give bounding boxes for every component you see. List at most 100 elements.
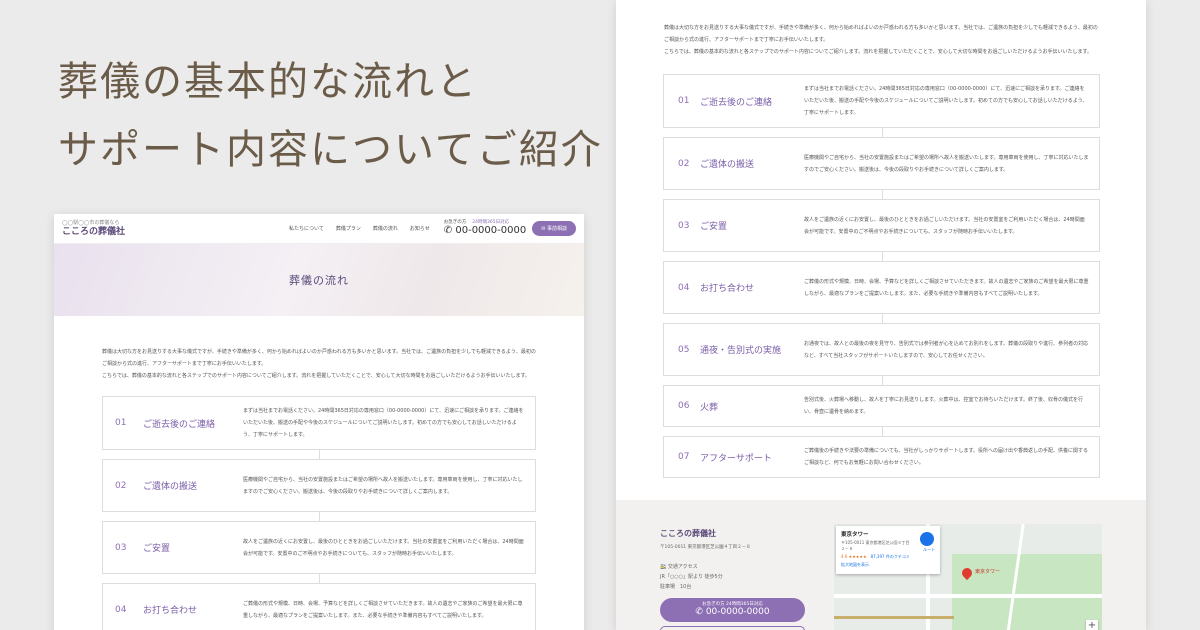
phone-number: ✆ 00-0000-0000 xyxy=(443,225,527,237)
directions-label: ルート xyxy=(923,547,935,552)
intro-text: 葬儀は大切な方をお見送りする大事な儀式ですが、手続きや準備が多く、何から始めれば… xyxy=(102,346,538,382)
step-title: ご安置 xyxy=(700,222,728,232)
map-rating: 4.6 ★★★★★ 87,397 件のクチコミ xyxy=(841,554,910,559)
step-connector xyxy=(663,314,1100,323)
nav-item-plans[interactable]: 葬儀プラン xyxy=(336,225,361,232)
page-hero: 葬儀の流れ xyxy=(54,244,584,316)
step-number: 02 xyxy=(115,480,127,491)
phone-icon: ✆ xyxy=(695,606,706,617)
site-tagline: ◯◯駅◯◯市の葬儀なら xyxy=(62,219,120,226)
step-item: 04 お打ち合わせ ご葬儀の形式や規模、日時、会場、予算などを詳しくご相談させて… xyxy=(102,583,536,630)
step-description: 故人をご遺族の近くにお安置し、最後のひとときをお過ごしいただけます。当社の安置室… xyxy=(243,538,524,557)
step-connector xyxy=(102,450,536,459)
intro-paragraph-1: 葬儀は大切な方をお見送りする大事な儀式ですが、手続きや準備が多く、何から始めれば… xyxy=(102,349,536,367)
step-connector xyxy=(663,376,1100,385)
step-item: 03 ご安置 故人をご遺族の近くにお安置し、最後のひとときをお過ごしいただけます… xyxy=(663,199,1100,252)
step-description: お通夜では、故人との最後の夜を見守り、告別式では参列者が心を込めてお別れをします… xyxy=(804,340,1089,359)
step-item: 07 アフターサポート ご葬儀後の手続きや法要の準備についても、当社がしっかりサ… xyxy=(663,436,1100,478)
step-description: 告別式後、火葬場へ移動し、故人を丁寧にお見送りします。火葬中は、控室でお待ちいた… xyxy=(804,397,1084,415)
site-footer: こころの葬儀社 〒105-0011 東京都港区芝公園４丁目２－８ 🚉 交通アクセ… xyxy=(616,500,1146,630)
consult-button[interactable]: ✉ 事前相談 xyxy=(532,221,576,236)
step-number: 06 xyxy=(678,401,690,411)
footer-phone-button[interactable]: お急ぎの方 24時間365日対応 ✆ 00-0000-0000 xyxy=(660,598,805,622)
access-train: JR「○○○」駅より 徒歩5分 xyxy=(660,574,723,580)
step-title: 通夜・告別式の実施 xyxy=(700,346,782,356)
step-title: ご逝去後のご連絡 xyxy=(143,419,216,430)
nav-item-news[interactable]: お知らせ xyxy=(410,225,430,232)
nav-item-flow[interactable]: 葬儀の流れ xyxy=(373,225,398,232)
step-item: 01 ご逝去後のご連絡 まずは当社までお電話ください。24時間365日対応の専用… xyxy=(663,74,1100,128)
footer-address: 〒105-0011 東京都港区芝公園４丁目２－８ xyxy=(660,545,751,550)
access-parking: 駐車場 10台 xyxy=(660,584,692,590)
step-title: ご遺体の搬送 xyxy=(700,160,755,170)
hero-title: 葬儀の基本的な流れと サポート内容についてご紹介 xyxy=(58,48,618,184)
footer-phone-number: ✆ 00-0000-0000 xyxy=(695,606,770,617)
left-page-preview: ◯◯駅◯◯市の葬儀なら こころの葬儀社 私たちについて 葬儀プラン 葬儀の流れ … xyxy=(54,214,584,630)
step-item: 04 お打ち合わせ ご葬儀の形式や規模、日時、会場、予算などを詳しくご相談させて… xyxy=(663,261,1100,314)
step-number: 01 xyxy=(678,96,690,106)
step-description: ご葬儀の形式や規模、日時、会場、予算などを詳しくご相談させていただきます。故人の… xyxy=(804,278,1089,297)
map-zoom-in-button[interactable]: + xyxy=(1086,620,1098,630)
map-road xyxy=(834,594,1102,598)
step-item: 02 ご遺体の搬送 医療機関やご自宅から、当社の安置施設またはご希望の場所へ故人… xyxy=(663,137,1100,190)
access-title: 🚉 交通アクセス xyxy=(660,564,698,570)
step-connector xyxy=(663,427,1100,436)
site-logo[interactable]: ◯◯駅◯◯市の葬儀なら こころの葬儀社 xyxy=(62,219,126,237)
footer-secondary-button[interactable] xyxy=(660,626,805,630)
map-place-card: 東京タワー 〒105-0011 東京都港区芝公園４丁目２－８ 4.6 ★★★★★… xyxy=(836,526,940,574)
step-connector xyxy=(102,512,536,521)
step-connector xyxy=(663,190,1100,199)
main-nav: 私たちについて 葬儀プラン 葬儀の流れ お知らせ xyxy=(289,225,430,232)
site-header: ◯◯駅◯◯市の葬儀なら こころの葬儀社 私たちについて 葬儀プラン 葬儀の流れ … xyxy=(54,214,584,244)
map-place-address: 〒105-0011 東京都港区芝公園４丁目２－８ xyxy=(841,540,910,551)
step-title: ご遺体の搬送 xyxy=(143,482,198,492)
step-connector xyxy=(102,574,536,583)
step-number: 03 xyxy=(678,220,690,231)
map-park-area xyxy=(952,554,1102,630)
intro-paragraph-2: こちらでは、葬儀の基本的な流れと各ステップでのサポート内容についてご紹介します。… xyxy=(664,49,1093,55)
phone-icon: ✆ xyxy=(443,225,456,237)
step-description: 故人をご遺族の近くにお安置し、最後のひとときをお過ごしいただけます。当社の安置室… xyxy=(804,216,1085,235)
step-number: 01 xyxy=(115,418,127,428)
step-description: ご葬儀の形式や規模、日時、会場、予算などを詳しくご相談させていただきます。故人の… xyxy=(243,600,523,619)
step-connector xyxy=(663,128,1100,137)
step-title: 火葬 xyxy=(700,402,719,413)
google-map[interactable]: 東京タワー 東京タワー 〒105-0011 東京都港区芝公園４丁目２－８ 4.6… xyxy=(834,524,1102,630)
step-number: 07 xyxy=(678,452,690,462)
nav-item-about[interactable]: 私たちについて xyxy=(289,225,324,232)
header-phone[interactable]: お急ぎの方 24時間365日対応 ✆ 00-0000-0000 xyxy=(443,220,527,237)
step-item: 05 通夜・告別式の実施 お通夜では、故人との最後の夜を見守り、告別式では参列者… xyxy=(663,323,1100,376)
train-icon: 🚉 xyxy=(660,564,668,570)
step-description: まずは当社までお電話ください。24時間365日対応の専用窓口（00-0000-0… xyxy=(804,86,1088,116)
step-item: 06 火葬 告別式後、火葬場へ移動し、故人を丁寧にお見送りします。火葬中は、控室… xyxy=(663,385,1100,427)
intro-paragraph-2: こちらでは、葬儀の基本的な流れと各ステップでのサポート内容についてご紹介します。… xyxy=(102,373,531,379)
directions-icon[interactable] xyxy=(920,532,934,546)
map-enlarge-link[interactable]: 拡大地図を表示 xyxy=(841,562,935,568)
step-title: お打ち合わせ xyxy=(700,284,755,294)
step-number: 02 xyxy=(678,158,690,169)
map-reviews-link[interactable]: 87,397 件のクチコミ xyxy=(871,554,910,559)
intro-text: 葬儀は大切な方をお見送りする大事な儀式ですが、手続きや準備が多く、何から始めれば… xyxy=(664,22,1100,58)
step-title: ご安置 xyxy=(143,544,171,554)
map-rail xyxy=(834,616,954,619)
step-number: 04 xyxy=(115,604,127,615)
footer-company-name: こころの葬儀社 xyxy=(660,528,716,538)
footer-access: 🚉 交通アクセス JR「○○○」駅より 徒歩5分 駐車場 10台 xyxy=(660,562,723,592)
step-number: 05 xyxy=(678,344,690,355)
step-item: 03 ご安置 故人をご遺族の近くにお安置し、最後のひとときをお過ごしいただけます… xyxy=(102,521,536,574)
step-title: お打ち合わせ xyxy=(143,606,198,616)
site-name: こころの葬儀社 xyxy=(62,226,126,237)
step-title: アフターサポート xyxy=(700,453,772,464)
intro-paragraph-1: 葬儀は大切な方をお見送りする大事な儀式ですが、手続きや準備が多く、何から始めれば… xyxy=(664,25,1098,43)
step-description: まずは当社までお電話ください。24時間365日対応の専用窓口（00-0000-0… xyxy=(243,408,524,438)
page-title: 葬儀の流れ xyxy=(289,274,349,287)
step-title: ご逝去後のご連絡 xyxy=(700,97,773,108)
step-item: 02 ご遺体の搬送 医療機関やご自宅から、当社の安置施設またはご希望の場所へ故人… xyxy=(102,459,536,512)
step-list: 01 ご逝去後のご連絡 まずは当社までお電話ください。24時間365日対応の専用… xyxy=(663,74,1100,478)
step-number: 03 xyxy=(115,542,127,553)
hero-title-line1: 葬儀の基本的な流れと xyxy=(58,59,478,105)
step-description: 医療機関やご自宅から、当社の安置施設またはご希望の場所へ故人を搬送いたします。専… xyxy=(243,476,523,495)
step-description: 医療機関やご自宅から、当社の安置施設またはご希望の場所へ故人を搬送いたします。専… xyxy=(804,154,1089,173)
step-description: ご葬儀後の手続きや法要の準備についても、当社がしっかりサポートします。役所への届… xyxy=(804,448,1088,466)
step-connector xyxy=(663,252,1100,261)
